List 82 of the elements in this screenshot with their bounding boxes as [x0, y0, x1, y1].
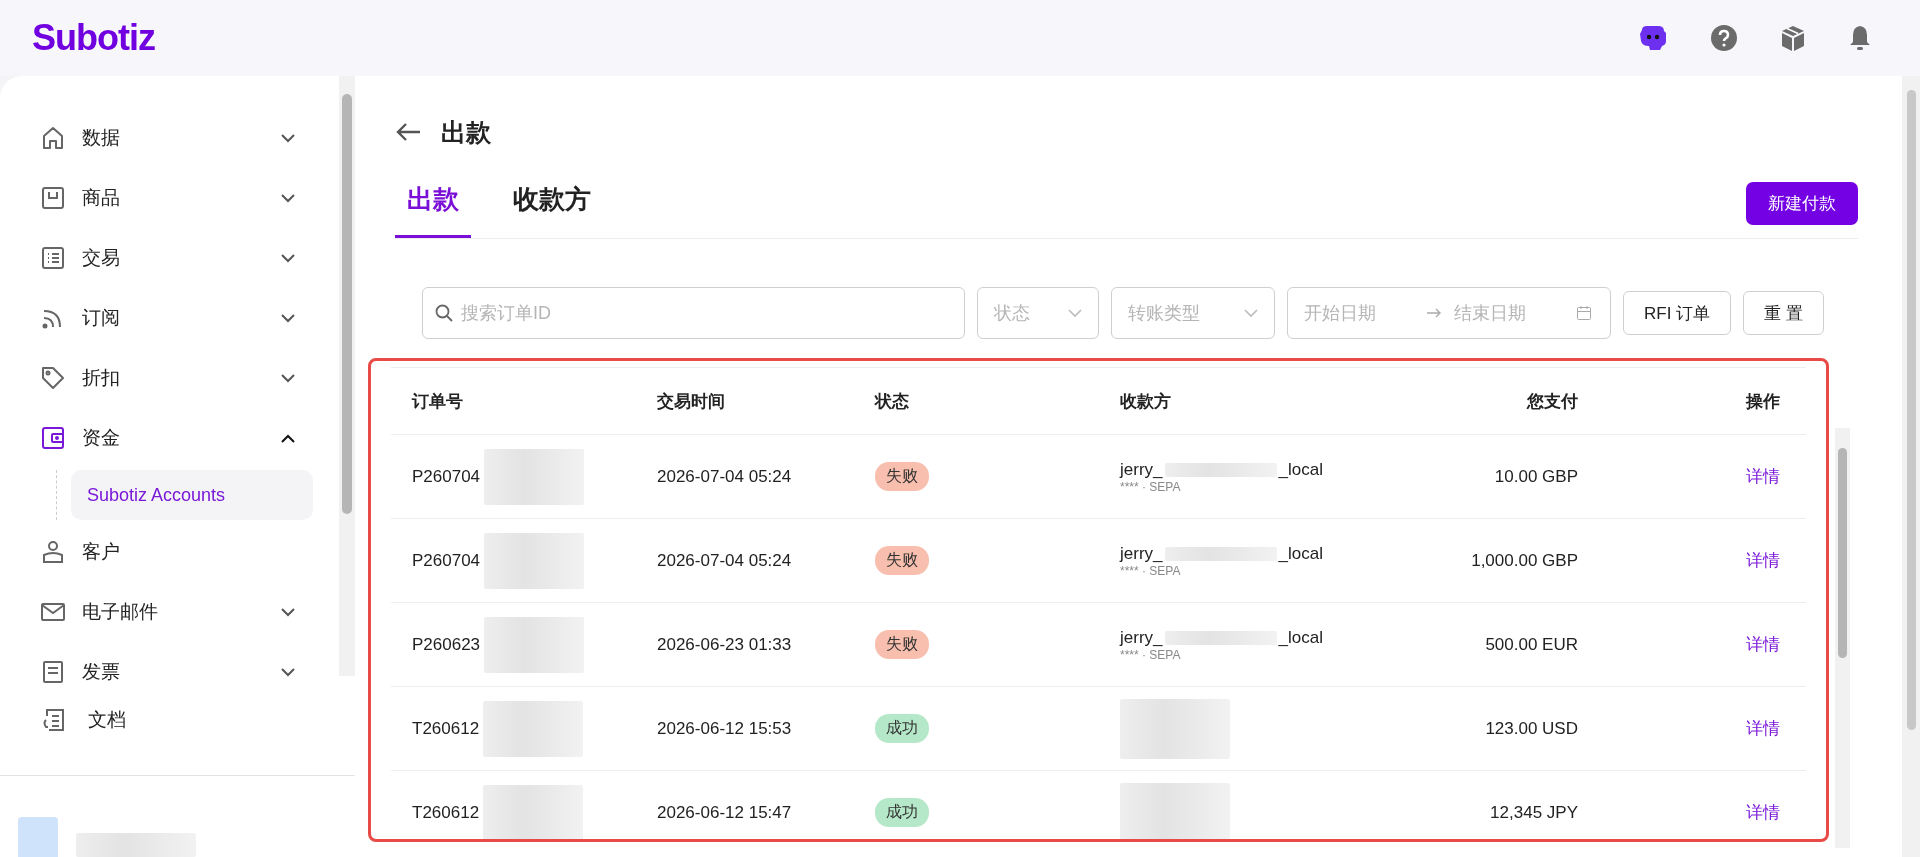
order-id: P260704 [412, 550, 481, 571]
transaction-time: 2026-06-12 15:53 [657, 718, 792, 739]
start-date-field[interactable]: 开始日期 [1302, 301, 1416, 325]
nav-label[interactable]: 订阅 [82, 305, 265, 331]
details-link[interactable]: 详情 [1746, 633, 1780, 656]
status-tag: 失败 [875, 462, 929, 491]
tab[interactable]: 出款 [395, 168, 471, 238]
details-link[interactable]: 详情 [1746, 549, 1780, 572]
chevron-icon[interactable] [281, 667, 295, 677]
date-range-field[interactable]: 开始日期 结束日期 [1287, 287, 1611, 339]
payee-name: jerry_ [1120, 627, 1163, 648]
chevron-icon[interactable] [281, 433, 295, 443]
payee-account: **** · SEPA [1120, 479, 1182, 494]
column-header: 状态 [875, 390, 910, 413]
nav-label[interactable]: 交易 [82, 245, 265, 271]
logo[interactable]: Subotiz [32, 17, 155, 59]
transaction-time: 2026-07-04 05:24 [657, 466, 792, 487]
nav-label[interactable]: 电子邮件 [82, 599, 265, 625]
status-tag: 失败 [875, 630, 929, 659]
back-arrow-icon[interactable] [395, 122, 421, 142]
status-tag: 成功 [875, 798, 929, 827]
payee-account: **** · SEPA [1120, 647, 1182, 662]
scrollbar-thumb[interactable] [342, 94, 352, 514]
amount: 123.00 USD [1485, 718, 1578, 739]
end-date-field[interactable]: 结束日期 [1452, 301, 1566, 325]
chevron-icon[interactable] [281, 607, 295, 617]
details-link[interactable]: 详情 [1746, 801, 1780, 824]
help-icon[interactable] [1710, 24, 1738, 52]
chevron-icon[interactable] [281, 373, 295, 383]
column-header: 您支付 [1525, 390, 1578, 413]
nav-label[interactable]: 资金 [82, 425, 265, 451]
chevron-icon[interactable] [281, 313, 295, 323]
chevron-icon[interactable] [281, 193, 295, 203]
chevron-icon [1068, 308, 1082, 318]
chevron-icon[interactable] [281, 253, 295, 263]
transaction-time: 2026-06-12 15:47 [657, 802, 792, 823]
payee-name: jerry_ [1120, 459, 1163, 480]
amount: 12,345 JPY [1490, 802, 1578, 823]
details-link[interactable]: 详情 [1746, 465, 1780, 488]
payee-name: _local [1278, 459, 1323, 480]
nav-subitem[interactable]: Subotiz Accounts [71, 470, 313, 520]
nav-label[interactable]: 客户 [82, 539, 295, 565]
nav-label[interactable]: 折扣 [82, 365, 265, 391]
transaction-time: 2026-06-23 01:33 [657, 634, 792, 655]
nav-label[interactable]: 发票 [82, 659, 265, 685]
new-payment-button[interactable]: 新建付款 [1746, 181, 1858, 225]
nav-label[interactable]: 商品 [82, 185, 265, 211]
arrow-right-icon [1426, 308, 1442, 318]
order-id: T260612 [412, 718, 480, 739]
payee-name: jerry_ [1120, 543, 1163, 564]
notification-icon[interactable] [1848, 24, 1872, 52]
amount: 10.00 GBP [1494, 466, 1578, 487]
payee-name: _local [1278, 627, 1323, 648]
payee-name: _local [1278, 543, 1323, 564]
details-link[interactable]: 详情 [1746, 717, 1780, 740]
nav-label[interactable]: 数据 [82, 125, 265, 151]
column-header: 收款方 [1120, 390, 1172, 413]
status-tag: 失败 [875, 546, 929, 575]
column-header: 操作 [1744, 390, 1780, 413]
box-icon[interactable] [1780, 24, 1806, 52]
page-title: 出款 [441, 116, 491, 148]
chevron-icon[interactable] [281, 133, 295, 143]
order-id: P260704 [412, 466, 481, 487]
order-id: T260612 [412, 802, 480, 823]
scrollbar-thumb[interactable] [1906, 90, 1916, 730]
amount: 500.00 EUR [1485, 634, 1578, 655]
column-header: 订单号 [412, 390, 464, 413]
rfi-order-button[interactable]: RFI 订单 [1623, 291, 1732, 335]
reset-button[interactable]: 重 置 [1743, 291, 1824, 335]
order-id: P260623 [412, 634, 481, 655]
tab[interactable]: 收款方 [501, 168, 603, 238]
payee-account: **** · SEPA [1120, 563, 1182, 578]
calendar-icon [1576, 305, 1592, 321]
nav-label[interactable]: 文档 [82, 706, 315, 733]
status-tag: 成功 [875, 714, 929, 743]
transaction-time: 2026-07-04 05:24 [657, 550, 792, 571]
robot-icon[interactable] [1638, 24, 1668, 52]
column-header: 交易时间 [657, 390, 726, 413]
chevron-icon [1244, 308, 1258, 318]
search-field[interactable]: 搜索订单ID [422, 287, 965, 339]
scrollbar-thumb[interactable] [1838, 448, 1847, 658]
amount: 1,000.00 GBP [1471, 550, 1578, 571]
